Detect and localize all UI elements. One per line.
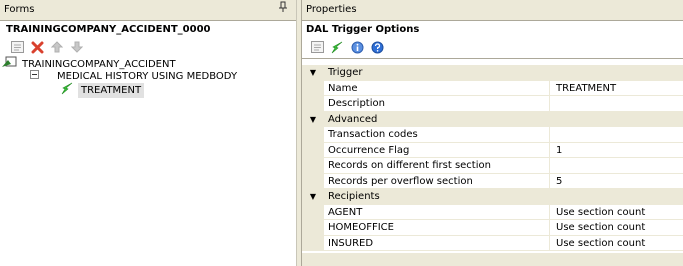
- property-name: HOMEOFFICE: [324, 220, 550, 236]
- property-value[interactable]: Use section count: [550, 236, 683, 251]
- property-grid: ▼ Trigger Name TREATMENT Description ▼ A…: [302, 58, 683, 251]
- property-row[interactable]: AGENT Use section count: [302, 204, 683, 220]
- category-label: Recipients: [328, 191, 380, 202]
- property-value[interactable]: [550, 158, 683, 174]
- row-gutter: [302, 235, 324, 251]
- property-name: Name: [324, 80, 550, 96]
- collapse-arrow-icon[interactable]: ▼: [302, 189, 324, 205]
- properties-toolbar: [302, 38, 683, 56]
- properties-heading: DAL Trigger Options: [306, 24, 420, 35]
- tree-node-selected[interactable]: TREATMENT: [60, 82, 145, 100]
- collapse-icon[interactable]: [30, 69, 39, 84]
- property-row[interactable]: Description: [302, 96, 683, 112]
- row-gutter: [302, 158, 324, 174]
- forms-pane-title: Forms: [0, 0, 296, 21]
- properties-pane-title: Properties: [302, 0, 683, 21]
- trigger-icon[interactable]: [330, 40, 344, 54]
- row-gutter: [302, 173, 324, 189]
- property-grid-footer: [302, 253, 683, 266]
- move-up-icon[interactable]: [50, 40, 64, 54]
- property-name: AGENT: [324, 204, 550, 220]
- forms-pane-title-text: Forms: [4, 4, 35, 15]
- tree-child-label: MEDICAL HISTORY USING MEDBODY: [57, 71, 238, 82]
- property-value[interactable]: Use section count: [550, 220, 683, 236]
- row-gutter: [302, 220, 324, 236]
- property-row[interactable]: Transaction codes: [302, 127, 683, 143]
- forms-pane: Forms TRAININGCOMPANY_ACCIDENT_0000 TRAI…: [0, 0, 296, 266]
- property-row[interactable]: Occurrence Flag 1: [302, 142, 683, 158]
- property-value[interactable]: 5: [550, 174, 683, 189]
- property-name: INSURED: [324, 235, 550, 251]
- row-gutter: [302, 142, 324, 158]
- category-recipients[interactable]: ▼ Recipients: [302, 189, 683, 205]
- help-icon[interactable]: [370, 40, 384, 54]
- property-name: Transaction codes: [324, 127, 550, 143]
- property-row[interactable]: Records on different first section: [302, 158, 683, 174]
- property-value[interactable]: TREATMENT: [550, 81, 683, 96]
- delete-icon[interactable]: [30, 40, 44, 54]
- collapse-arrow-icon[interactable]: ▼: [302, 65, 324, 81]
- property-name: Records per overflow section: [324, 173, 550, 189]
- property-row[interactable]: INSURED Use section count: [302, 235, 683, 251]
- properties-icon[interactable]: [10, 40, 24, 54]
- property-name: Description: [324, 96, 550, 112]
- row-gutter: [302, 127, 324, 143]
- category-label: Advanced: [328, 113, 378, 125]
- row-gutter: [302, 204, 324, 220]
- property-row[interactable]: HOMEOFFICE Use section count: [302, 220, 683, 236]
- property-value[interactable]: [550, 96, 683, 112]
- category-trigger[interactable]: ▼ Trigger: [302, 65, 683, 81]
- row-gutter: [302, 96, 324, 112]
- property-value[interactable]: 1: [550, 143, 683, 158]
- property-value[interactable]: [550, 127, 683, 143]
- info-icon[interactable]: [350, 40, 364, 54]
- properties-pane: Properties DAL Trigger Options ▼ Trigger…: [302, 0, 683, 266]
- category-advanced[interactable]: ▼ Advanced: [302, 111, 683, 128]
- pin-icon[interactable]: [278, 1, 288, 18]
- collapse-arrow-icon[interactable]: ▼: [302, 112, 324, 128]
- form-name-heading: TRAININGCOMPANY_ACCIDENT_0000: [6, 24, 211, 35]
- category-label: Trigger: [328, 67, 363, 78]
- trigger-icon: [60, 82, 74, 100]
- tree-selected-label: TREATMENT: [78, 83, 145, 98]
- property-name: Occurrence Flag: [324, 142, 550, 158]
- move-down-icon[interactable]: [70, 40, 84, 54]
- row-gutter: [302, 80, 324, 96]
- property-name: Records on different first section: [324, 158, 550, 174]
- form-icon: [2, 56, 18, 73]
- property-value[interactable]: Use section count: [550, 205, 683, 220]
- property-row[interactable]: Records per overflow section 5: [302, 173, 683, 189]
- forms-toolbar: [2, 38, 294, 56]
- categorized-icon[interactable]: [310, 40, 324, 54]
- property-row[interactable]: Name TREATMENT: [302, 80, 683, 96]
